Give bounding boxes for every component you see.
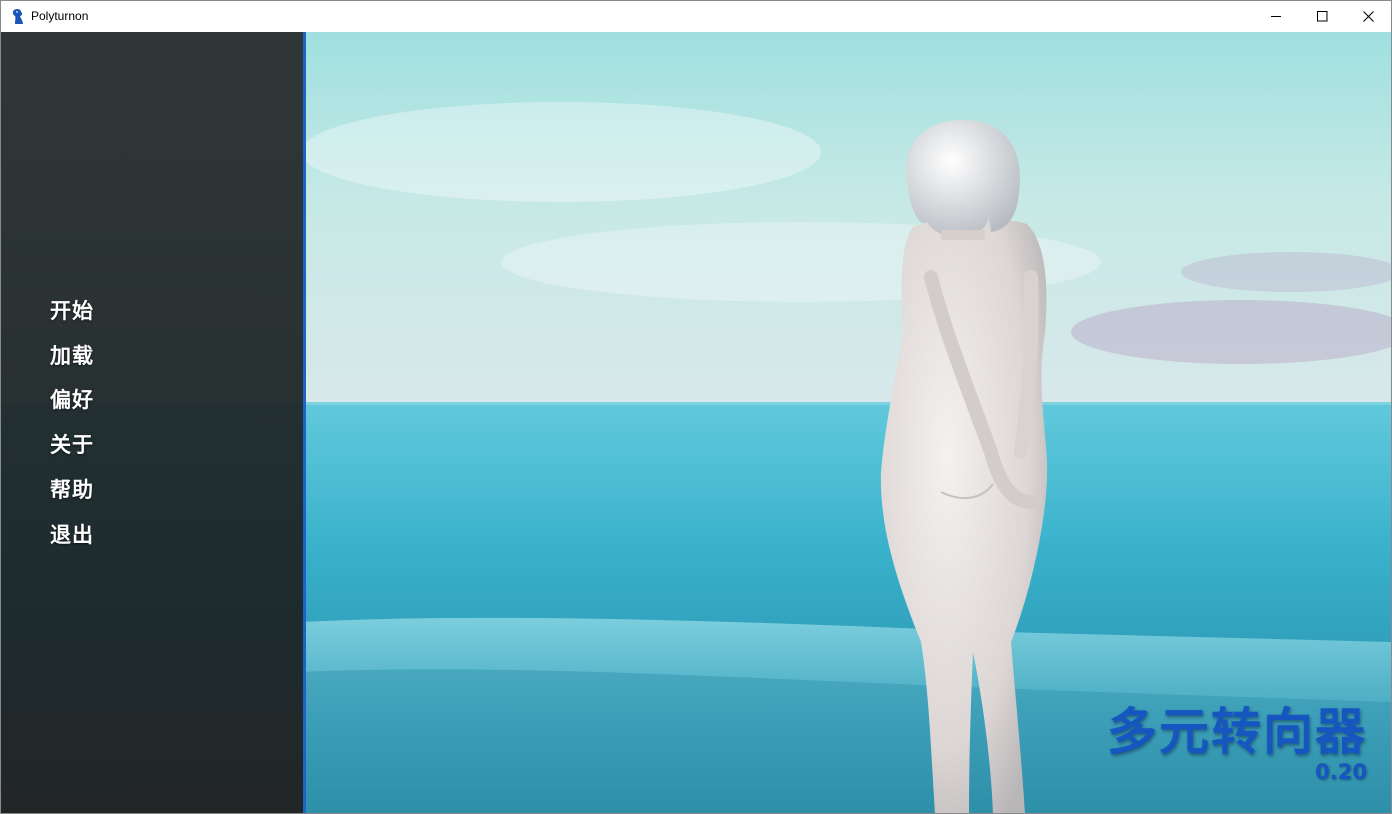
- maximize-button[interactable]: [1299, 1, 1345, 32]
- minimize-icon: [1270, 16, 1281, 17]
- window-title: Polyturnon: [31, 9, 89, 23]
- title-bar[interactable]: Polyturnon: [1, 1, 1391, 32]
- menu-item-load[interactable]: 加载: [50, 340, 94, 370]
- menu-item-help[interactable]: 帮助: [50, 474, 94, 504]
- close-icon: [1362, 11, 1374, 22]
- game-screen: 开始 加载 偏好 关于 帮助 退出 多元转向器 0.20: [1, 32, 1391, 813]
- menu-item-about[interactable]: 关于: [50, 429, 94, 459]
- minimize-button[interactable]: [1253, 1, 1299, 32]
- game-version: 0.20: [1315, 760, 1367, 784]
- menu-item-preferences[interactable]: 偏好: [50, 384, 94, 414]
- menu-panel-edge: [303, 32, 306, 813]
- main-menu-panel: [1, 32, 303, 813]
- menu-item-quit[interactable]: 退出: [50, 519, 94, 549]
- maximize-icon: [1316, 11, 1327, 22]
- close-button[interactable]: [1345, 1, 1391, 32]
- game-window: Polyturnon 开始 加载 偏好 关于 帮助 退出 多元转向器 0.20: [0, 0, 1392, 814]
- app-icon: [12, 8, 23, 24]
- game-title: 多元转向器: [1107, 703, 1367, 761]
- menu-item-start[interactable]: 开始: [50, 295, 94, 325]
